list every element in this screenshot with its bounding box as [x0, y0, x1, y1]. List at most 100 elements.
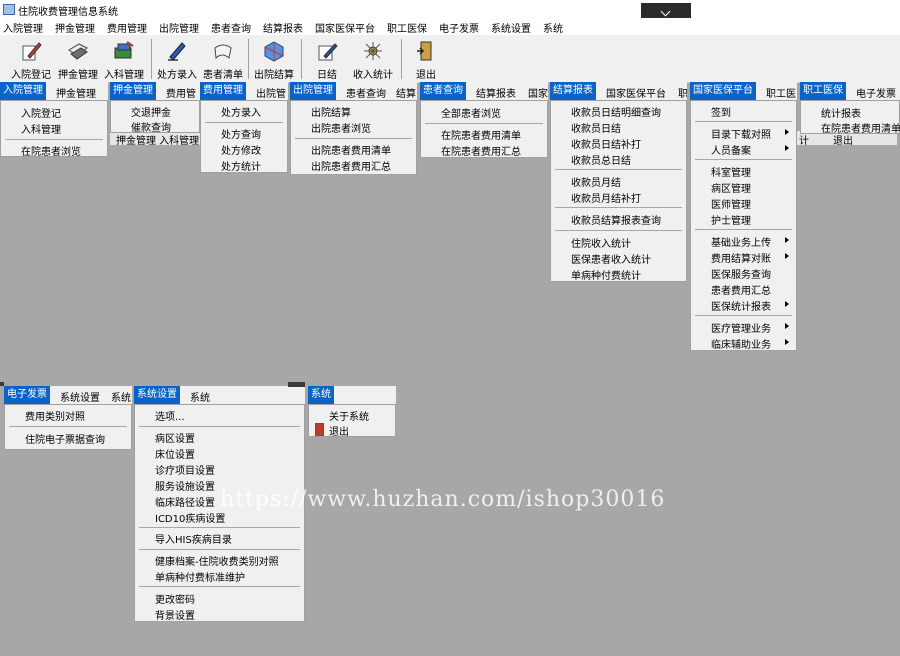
menu-huanzhe[interactable]: 患者查询 [211, 20, 251, 35]
menu-item[interactable]: 医保患者收入统计 [571, 251, 651, 266]
menu-item[interactable]: 诊疗项目设置 [155, 462, 215, 477]
menu-item[interactable]: 费用类别对照 [25, 408, 85, 423]
menu-item[interactable]: 基础业务上传 [711, 234, 771, 249]
menu-item[interactable]: 背景设置 [155, 607, 195, 622]
menubar-strip: 结算报表 国家医保平台 职 [550, 82, 687, 100]
menu-item[interactable]: 导入HIS疾病目录 [155, 531, 232, 546]
menu-item[interactable]: 更改密码 [155, 591, 195, 606]
menu-item[interactable]: 选项... [155, 408, 185, 423]
menu-feiyong[interactable]: 费用管理 [107, 20, 147, 35]
menu-item[interactable]: 床位设置 [155, 446, 195, 461]
menu-item[interactable]: 护士管理 [711, 212, 751, 227]
menu-shezhi-active[interactable]: 系统设置 [134, 386, 180, 404]
menu-item[interactable]: 出院患者费用汇总 [311, 158, 391, 173]
menu-chuyuan-active[interactable]: 出院管理 [290, 82, 336, 100]
menu-item[interactable]: 临床路径设置 [155, 494, 215, 509]
menu-item[interactable]: 病区设置 [155, 430, 195, 445]
menu-zhigong-active[interactable]: 职工医保 [800, 82, 846, 100]
menu-item[interactable]: 退出 [329, 423, 349, 438]
menu-item[interactable]: 处方统计 [221, 158, 261, 173]
menu-item[interactable]: 收款员日结补打 [571, 136, 641, 151]
menu-xitong-active[interactable]: 系统 [308, 386, 334, 404]
menu-item[interactable]: 医师管理 [711, 196, 751, 211]
menu-item[interactable]: 住院电子票据查询 [25, 431, 105, 446]
watermark: https://www.huzhan.com/ishop30016 [220, 487, 666, 512]
menu-yibao[interactable]: 国家医保平台 [315, 20, 375, 35]
patient-list-button[interactable]: 患者清单 [200, 37, 246, 81]
menu-item[interactable]: 健康档案-住院收费类别对照 [155, 553, 279, 568]
menu-item[interactable]: 医保统计报表 [711, 298, 771, 313]
menu-item[interactable]: 签到 [711, 104, 731, 119]
menu-item[interactable]: 在院患者费用汇总 [441, 143, 521, 158]
menu-fapiao[interactable]: 电子发票 [439, 20, 479, 35]
menu-yajin[interactable]: 押金管理 [55, 20, 95, 35]
menu-item[interactable]: 病区管理 [711, 180, 751, 195]
menu-item[interactable]: 医保服务查询 [711, 266, 771, 281]
menu-item[interactable]: 出院患者浏览 [311, 120, 371, 135]
menu-item[interactable]: 费用结算对账 [711, 250, 771, 265]
menu-item[interactable]: 人员备案 [711, 142, 751, 157]
menu-item[interactable]: 收款员日结 [571, 120, 621, 135]
menu-item[interactable]: 单病种付费标准维护 [155, 569, 245, 584]
pencil-icon [168, 42, 186, 61]
menu-item[interactable]: 入科管理 [21, 121, 61, 136]
menu-item[interactable]: 收款员日结明细查询 [571, 104, 661, 119]
menu-item[interactable]: ICD10疾病设置 [155, 510, 225, 525]
menu-ruyuan-active[interactable]: 入院管理 [0, 82, 46, 100]
menu-item[interactable]: 出院结算 [311, 104, 351, 119]
menu-item[interactable]: 在院患者费用清单 [821, 120, 900, 135]
menu-item[interactable]: 统计报表 [821, 105, 861, 120]
exit-door-icon [315, 423, 324, 436]
menu-item[interactable]: 收款员总日结 [571, 152, 631, 167]
admit-register-button[interactable]: 入院登记 [8, 37, 54, 81]
menu-item[interactable]: 科室管理 [711, 164, 751, 179]
menu-item[interactable]: 在院患者费用清单 [441, 127, 521, 142]
menu-item[interactable]: 关于系统 [329, 408, 369, 423]
income-stats-button[interactable]: 收入统计 [350, 37, 396, 81]
menubar-strip: 入院管理 押金管理 [0, 82, 108, 100]
menu-item[interactable]: 处方修改 [221, 142, 261, 157]
daily-settle-button[interactable]: 日结 [304, 37, 350, 81]
toolbar-separator [401, 39, 402, 79]
discharge-settle-button[interactable]: 出院结算 [251, 37, 297, 81]
exit-button[interactable]: 退出 [404, 37, 448, 81]
menu-shezhi[interactable]: 系统设置 [491, 20, 531, 35]
dropdown-jiesuan: 收款员日结明细查询 收款员日结 收款员日结补打 收款员总日结 收款员月结 收款员… [550, 100, 687, 282]
menu-jiesuan[interactable]: 结算报表 [263, 20, 303, 35]
dropdown-zhigong: 统计报表 在院患者费用清单 [800, 100, 900, 135]
prescription-entry-button[interactable]: 处方录入 [154, 37, 200, 81]
menu-item[interactable]: 医疗管理业务 [711, 320, 771, 335]
menubar-strip: 国家医保平台 职工医 [690, 82, 797, 100]
menu-xitong[interactable]: 系统 [543, 20, 563, 35]
menu-item[interactable]: 处方录入 [221, 104, 261, 119]
menu-yibao-active[interactable]: 国家医保平台 [690, 82, 756, 100]
menu-chuyuan[interactable]: 出院管理 [159, 20, 199, 35]
menu-item[interactable]: 收款员月结 [571, 174, 621, 189]
menu-item[interactable]: 处方查询 [221, 126, 261, 141]
door-exit-icon [417, 41, 432, 61]
menu-item[interactable]: 催款查询 [131, 119, 171, 134]
menu-item[interactable]: 收款员结算报表查询 [571, 212, 661, 227]
menu-item[interactable]: 服务设施设置 [155, 478, 215, 493]
menu-item[interactable]: 临床辅助业务 [711, 336, 771, 351]
menu-huanzhe-active[interactable]: 患者查询 [420, 82, 466, 100]
menu-item[interactable]: 患者费用汇总 [711, 282, 771, 297]
menu-jiesuan-active[interactable]: 结算报表 [550, 82, 596, 100]
menu-item[interactable]: 目录下载对照 [711, 126, 771, 141]
menu-item[interactable]: 收款员月结补打 [571, 190, 641, 205]
menu-item[interactable]: 出院患者费用清单 [311, 142, 391, 157]
menu-fapiao-active[interactable]: 电子发票 [4, 386, 50, 404]
menu-zhigong[interactable]: 职工医保 [387, 20, 427, 35]
menu-item[interactable]: 全部患者浏览 [441, 105, 501, 120]
menu-item[interactable]: 交退押金 [131, 104, 171, 119]
menu-feiyong-active[interactable]: 费用管理 [200, 82, 246, 100]
ward-entry-button[interactable]: 入科管理 [101, 37, 147, 81]
menu-item[interactable]: 在院患者浏览 [21, 143, 81, 158]
menu-yajin-active[interactable]: 押金管理 [110, 82, 156, 100]
menubar-strip: 系统 [308, 386, 396, 404]
menu-item[interactable]: 入院登记 [21, 105, 61, 120]
menu-item[interactable]: 住院收入统计 [571, 235, 631, 250]
menu-item[interactable]: 单病种付费统计 [571, 267, 641, 282]
menu-ruyuan[interactable]: 入院管理 [3, 20, 43, 35]
deposit-manage-button[interactable]: 押金管理 [55, 37, 101, 81]
